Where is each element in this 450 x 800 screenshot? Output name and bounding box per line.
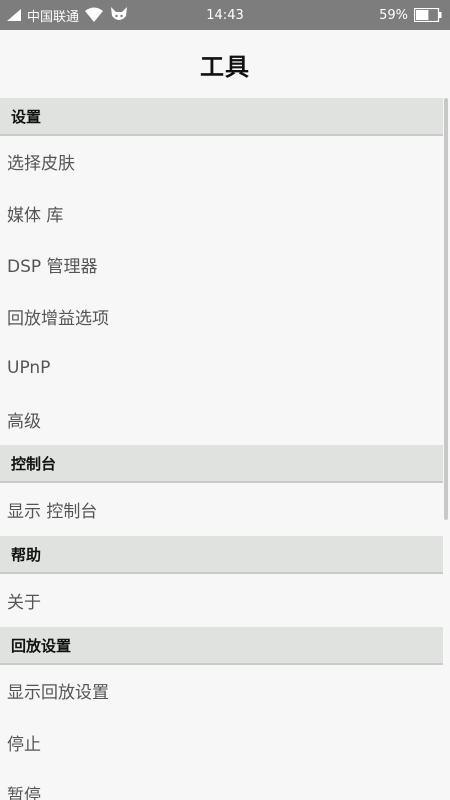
list-item-show-playback-settings[interactable]: 显示回放设置 (0, 665, 443, 717)
section-header-settings: 设置 (0, 98, 443, 136)
status-bar-right: 59% (379, 0, 442, 30)
battery-percent: 59% (379, 7, 408, 23)
battery-icon (414, 8, 442, 22)
section-header-console: 控制台 (0, 445, 443, 483)
list-item-upnp[interactable]: UPnP (0, 342, 443, 394)
page-title: 工具 (200, 52, 250, 81)
list-item-show-console[interactable]: 显示 控制台 (0, 483, 443, 536)
scrollbar[interactable] (444, 98, 448, 520)
section-header-playback-settings: 回放设置 (0, 627, 443, 665)
list-item-replaygain-options[interactable]: 回放增益选项 (0, 291, 443, 343)
list-item-advanced[interactable]: 高级 (0, 394, 443, 446)
list-item-media-library[interactable]: 媒体 库 (0, 188, 443, 240)
clock: 14:43 (206, 7, 244, 23)
list-item-dsp-manager[interactable]: DSP 管理器 (0, 239, 443, 291)
section-header-help: 帮助 (0, 536, 443, 574)
list-item-about[interactable]: 关于 (0, 574, 443, 627)
status-bar: 中国联通 14:43 59% (0, 0, 450, 30)
list-item-stop[interactable]: 停止 (0, 717, 443, 769)
list-item-pause[interactable]: 暂停 (0, 768, 443, 800)
screen: 中国联通 14:43 59% 工具 设置 选择皮肤 媒体 库 DSP 管理器 回… (0, 0, 450, 800)
title-bar: 工具 (0, 30, 450, 98)
list-item-choose-skin[interactable]: 选择皮肤 (0, 136, 443, 188)
tools-list: 设置 选择皮肤 媒体 库 DSP 管理器 回放增益选项 UPnP 高级 控制台 … (0, 98, 443, 800)
